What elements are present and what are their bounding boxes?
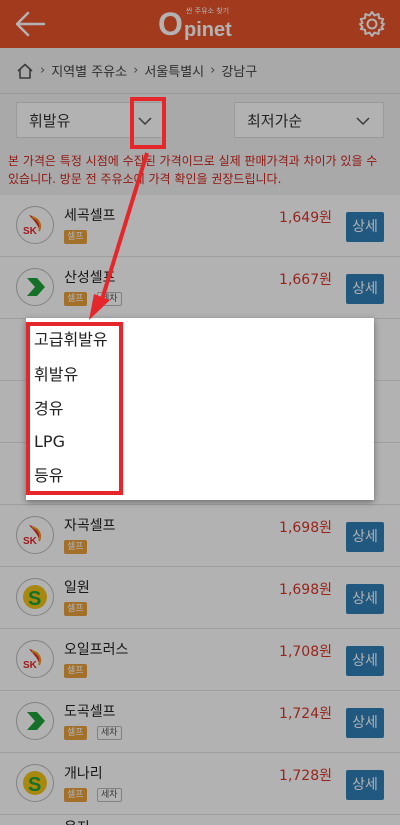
annotation-highlight-box <box>26 322 123 495</box>
annotation-highlight-box <box>130 97 166 149</box>
